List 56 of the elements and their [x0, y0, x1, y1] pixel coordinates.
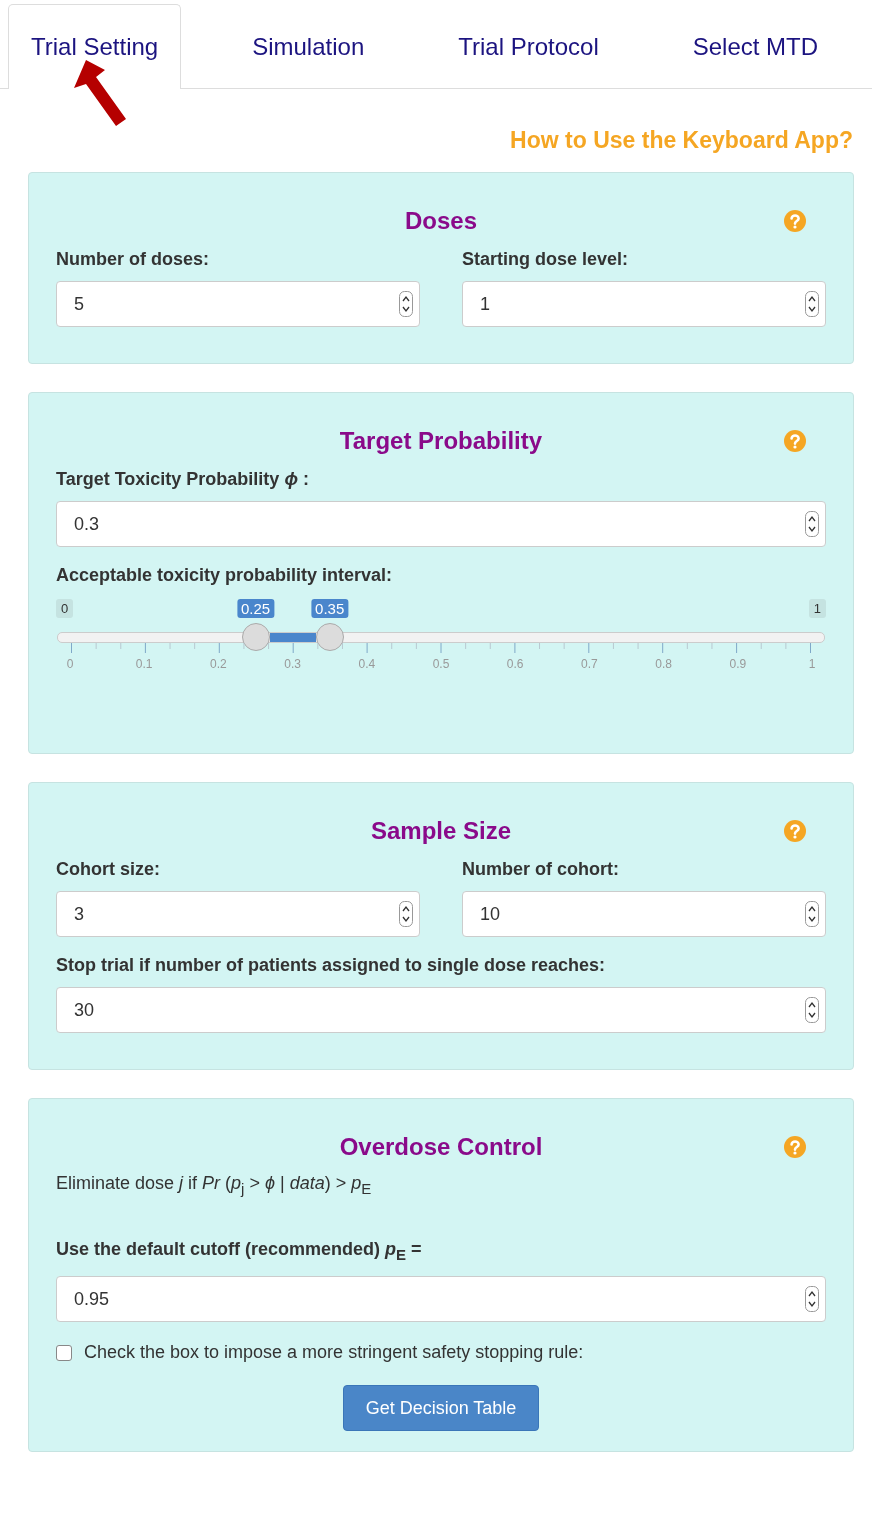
spinner-icon [399, 291, 413, 317]
tab[interactable]: Simulation [229, 4, 388, 88]
spinner-icon [805, 511, 819, 537]
field-label: Use the default cutoff (recommended) p$_{E}$ = [56, 1237, 423, 1265]
tick-label: 1 [808, 657, 816, 671]
tick-label: 0.5 [432, 657, 450, 671]
value-label: 0.35 [311, 599, 349, 618]
tick-label: 0.7 [581, 657, 598, 671]
field-label: Acceptable toxicity probability interval: [56, 564, 394, 587]
max-label: 1 [808, 599, 826, 618]
spinner-icon [805, 997, 819, 1023]
panel-title: Target Probability [339, 426, 543, 456]
tick-label: 0.8 [655, 657, 672, 671]
tick-label: 0.3 [284, 657, 301, 671]
annotation-arrow [72, 58, 128, 128]
panel-title: Doses [404, 206, 477, 236]
field-label: Stop trial if number of patients assigned to single dose reaches: [56, 954, 607, 977]
spinner-icon [805, 901, 819, 927]
tab[interactable]: Trial Protocol [435, 4, 622, 88]
field-label: Number of cohort: [462, 858, 620, 881]
min-label: 0 [56, 599, 74, 618]
help-icon [784, 210, 806, 232]
spinner-icon [399, 901, 413, 927]
number-field[interactable]: 0.3 [56, 501, 826, 547]
panel-title: Overdose Control [339, 1132, 543, 1162]
field-label: Cohort size: [56, 858, 161, 881]
help-icon [784, 430, 806, 452]
checkbox-label: Check the box to impose a more stringent safety stopping rule: [84, 1342, 584, 1364]
tick-label: 0.9 [729, 657, 747, 671]
tick-label: 0.2 [210, 657, 227, 671]
value-label: 0.25 [236, 599, 275, 618]
spinner-icon [805, 291, 819, 317]
decision-table-button[interactable]: Get Decision Table [342, 1385, 540, 1432]
tick-label: 0 [66, 657, 74, 671]
tick-label: 0.4 [358, 657, 376, 671]
panel-title: Sample Size [370, 816, 512, 846]
number-field[interactable]: 5 [56, 281, 420, 327]
tab[interactable]: Trial Setting [8, 4, 182, 89]
tab[interactable]: Select MTD [669, 4, 842, 88]
slider-handle[interactable] [241, 623, 270, 651]
number-field[interactable]: 1 [462, 281, 826, 327]
field-label: Target Toxicity Probability ϕ : [56, 468, 310, 491]
number-field[interactable]: 3 [56, 891, 420, 937]
number-field[interactable]: 10 [462, 891, 826, 937]
checkbox[interactable] [56, 1344, 72, 1361]
field-label: Number of doses: [56, 248, 211, 271]
tick-label: 0.6 [506, 657, 524, 671]
number-field[interactable]: 30 [56, 987, 826, 1033]
tick-label: 0.1 [135, 657, 153, 671]
number-field[interactable]: 0.95 [56, 1276, 826, 1323]
field-label: Starting dose level: [462, 248, 630, 271]
help-icon [784, 820, 806, 842]
slider-handle[interactable] [315, 623, 344, 651]
spinner-icon [805, 1286, 819, 1313]
formula-text: Eliminate dose j if Pr (p$_{j}$ > ϕ | data) > p$_{E}$ [56, 1173, 373, 1197]
help-icon [784, 1136, 806, 1158]
